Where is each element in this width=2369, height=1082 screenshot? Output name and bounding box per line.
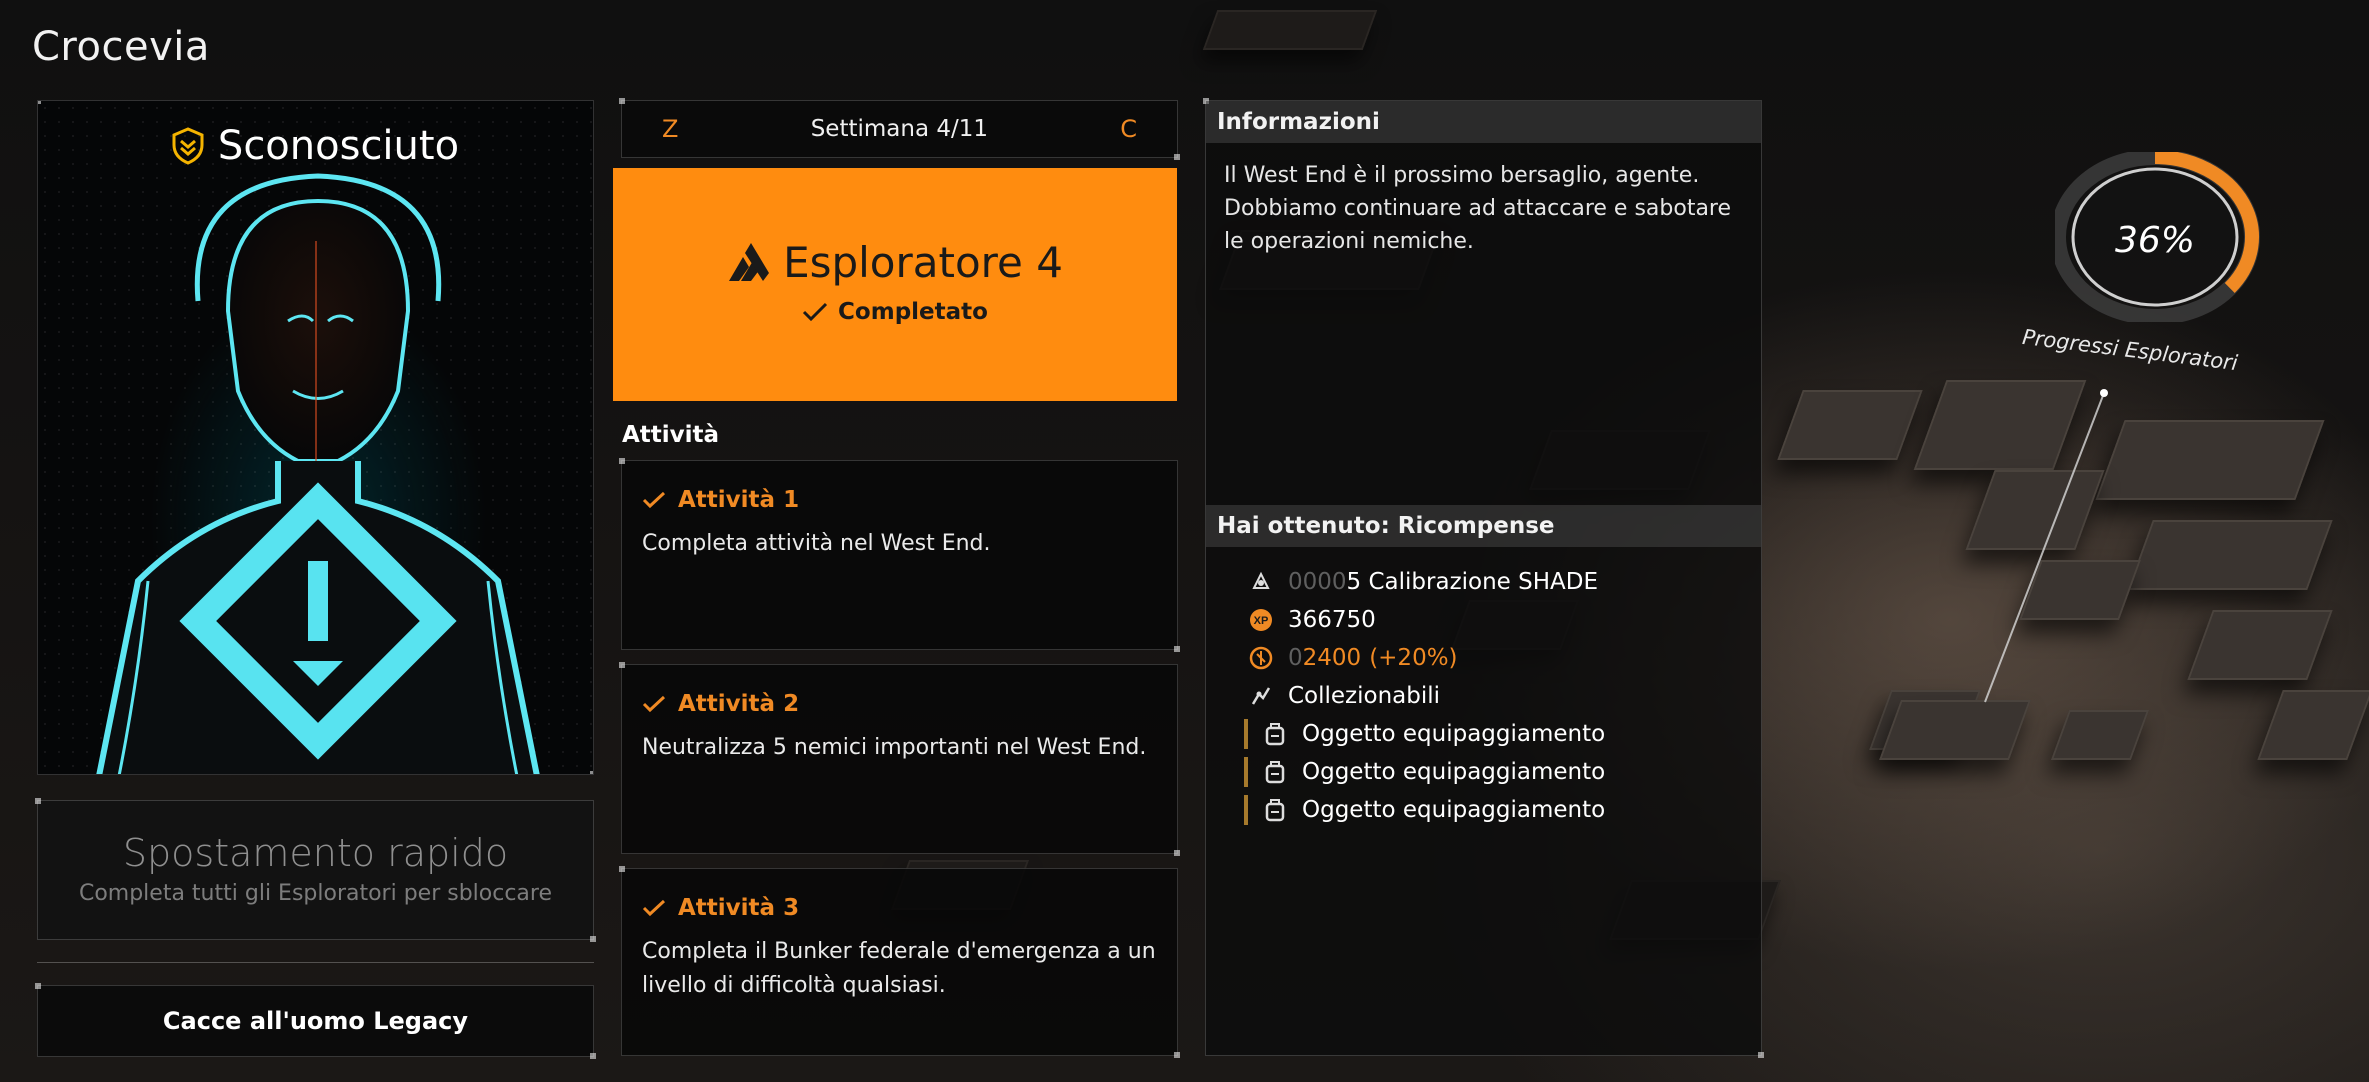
info-panel: Informazioni Il West End è il prossimo b… [1203,98,1764,1058]
reward-gear: Oggetto equipaggiamento [1244,715,1605,753]
rank-label: Sconosciuto [217,123,460,169]
reward-shade-label: 5 Calibrazione SHADE [1346,569,1599,595]
agent-portrait-panel: Sconosciuto [37,100,594,775]
activity-title: Attività 3 [678,895,800,921]
activity-description: Neutralizza 5 nemici importanti nel West… [642,735,1147,760]
shade-calibration-icon [1248,569,1274,595]
fast-travel-title: Spostamento rapido [122,831,509,875]
reward-xp: XP 366750 [1248,601,1605,639]
info-text: Il West End è il prossimo bersaglio, age… [1224,163,1732,254]
reward-gear: Oggetto equipaggiamento [1244,791,1605,829]
rewards-list: 0000 5 Calibrazione SHADE XP 366750 0 24… [1244,563,1605,829]
backpack-icon [1262,759,1288,785]
activity-title: Attività 2 [678,691,800,717]
explorer-icon [729,242,770,281]
reward-credits-bonus: (+20%) [1369,645,1458,671]
activity-title: Attività 1 [678,487,800,513]
activity-item[interactable]: Attività 2 Neutralizza 5 nemici importan… [619,662,1180,856]
prev-week-key[interactable]: Z [662,115,678,143]
reward-collectibles: Collezionabili [1248,677,1605,715]
reward-gear: Oggetto equipaggiamento [1244,753,1605,791]
activity-item[interactable]: Attività 1 Completa attività nel West En… [619,458,1180,652]
fast-travel-subtitle: Completa tutti gli Esploratori per sbloc… [78,881,553,906]
backpack-icon [1262,721,1288,747]
dark-zone-credits-icon [1248,645,1274,671]
reward-collectibles-label: Collezionabili [1288,683,1441,709]
activity-item[interactable]: Attività 3 Completa il Bunker federale d… [619,866,1180,1058]
info-header: Informazioni [1206,101,1761,143]
next-week-key[interactable]: C [1120,115,1137,143]
check-icon [642,695,666,713]
progress-value: 36% [2114,220,2195,261]
project-status: Completato [838,299,988,325]
reward-gear-label: Oggetto equipaggiamento [1302,797,1606,823]
agent-rank: Sconosciuto [38,123,593,169]
reward-gear-label: Oggetto equipaggiamento [1302,721,1606,747]
fast-travel-panel: Spostamento rapido Completa tutti gli Es… [35,798,596,942]
activity-description: Completa il Bunker federale d'emergenza … [642,939,1156,998]
activity-description: Completa attività nel West End. [642,531,991,556]
svg-text:XP: XP [1254,615,1269,627]
week-label: Settimana 4/11 [810,116,988,142]
reward-shade: 0000 5 Calibrazione SHADE [1248,563,1605,601]
reward-credits-value: 2400 [1302,645,1362,671]
page-title: Crocevia [32,24,210,70]
shield-rank-icon [172,127,204,165]
divider [37,962,594,963]
check-icon [642,491,666,509]
agent-hologram-image [96,173,540,774]
reward-xp-value: 366750 [1288,607,1376,633]
reward-credits: 0 2400 (+20%) [1248,639,1605,677]
rewards-header: Hai ottenuto: Ricompense [1206,505,1761,547]
project-card[interactable]: Esploratore 4 Completato [613,168,1177,401]
activities-header: Attività [622,422,720,448]
check-icon [802,302,828,322]
check-icon [642,899,666,917]
xp-icon: XP [1248,607,1274,633]
week-navigator: Z Settimana 4/11 C [619,98,1180,160]
backpack-icon [1262,797,1288,823]
legacy-manhunts-button[interactable]: Cacce all'uomo Legacy [35,983,596,1059]
reward-gear-label: Oggetto equipaggiamento [1302,759,1606,785]
project-title: Esploratore 4 [783,238,1063,287]
collectibles-icon [1248,683,1274,709]
